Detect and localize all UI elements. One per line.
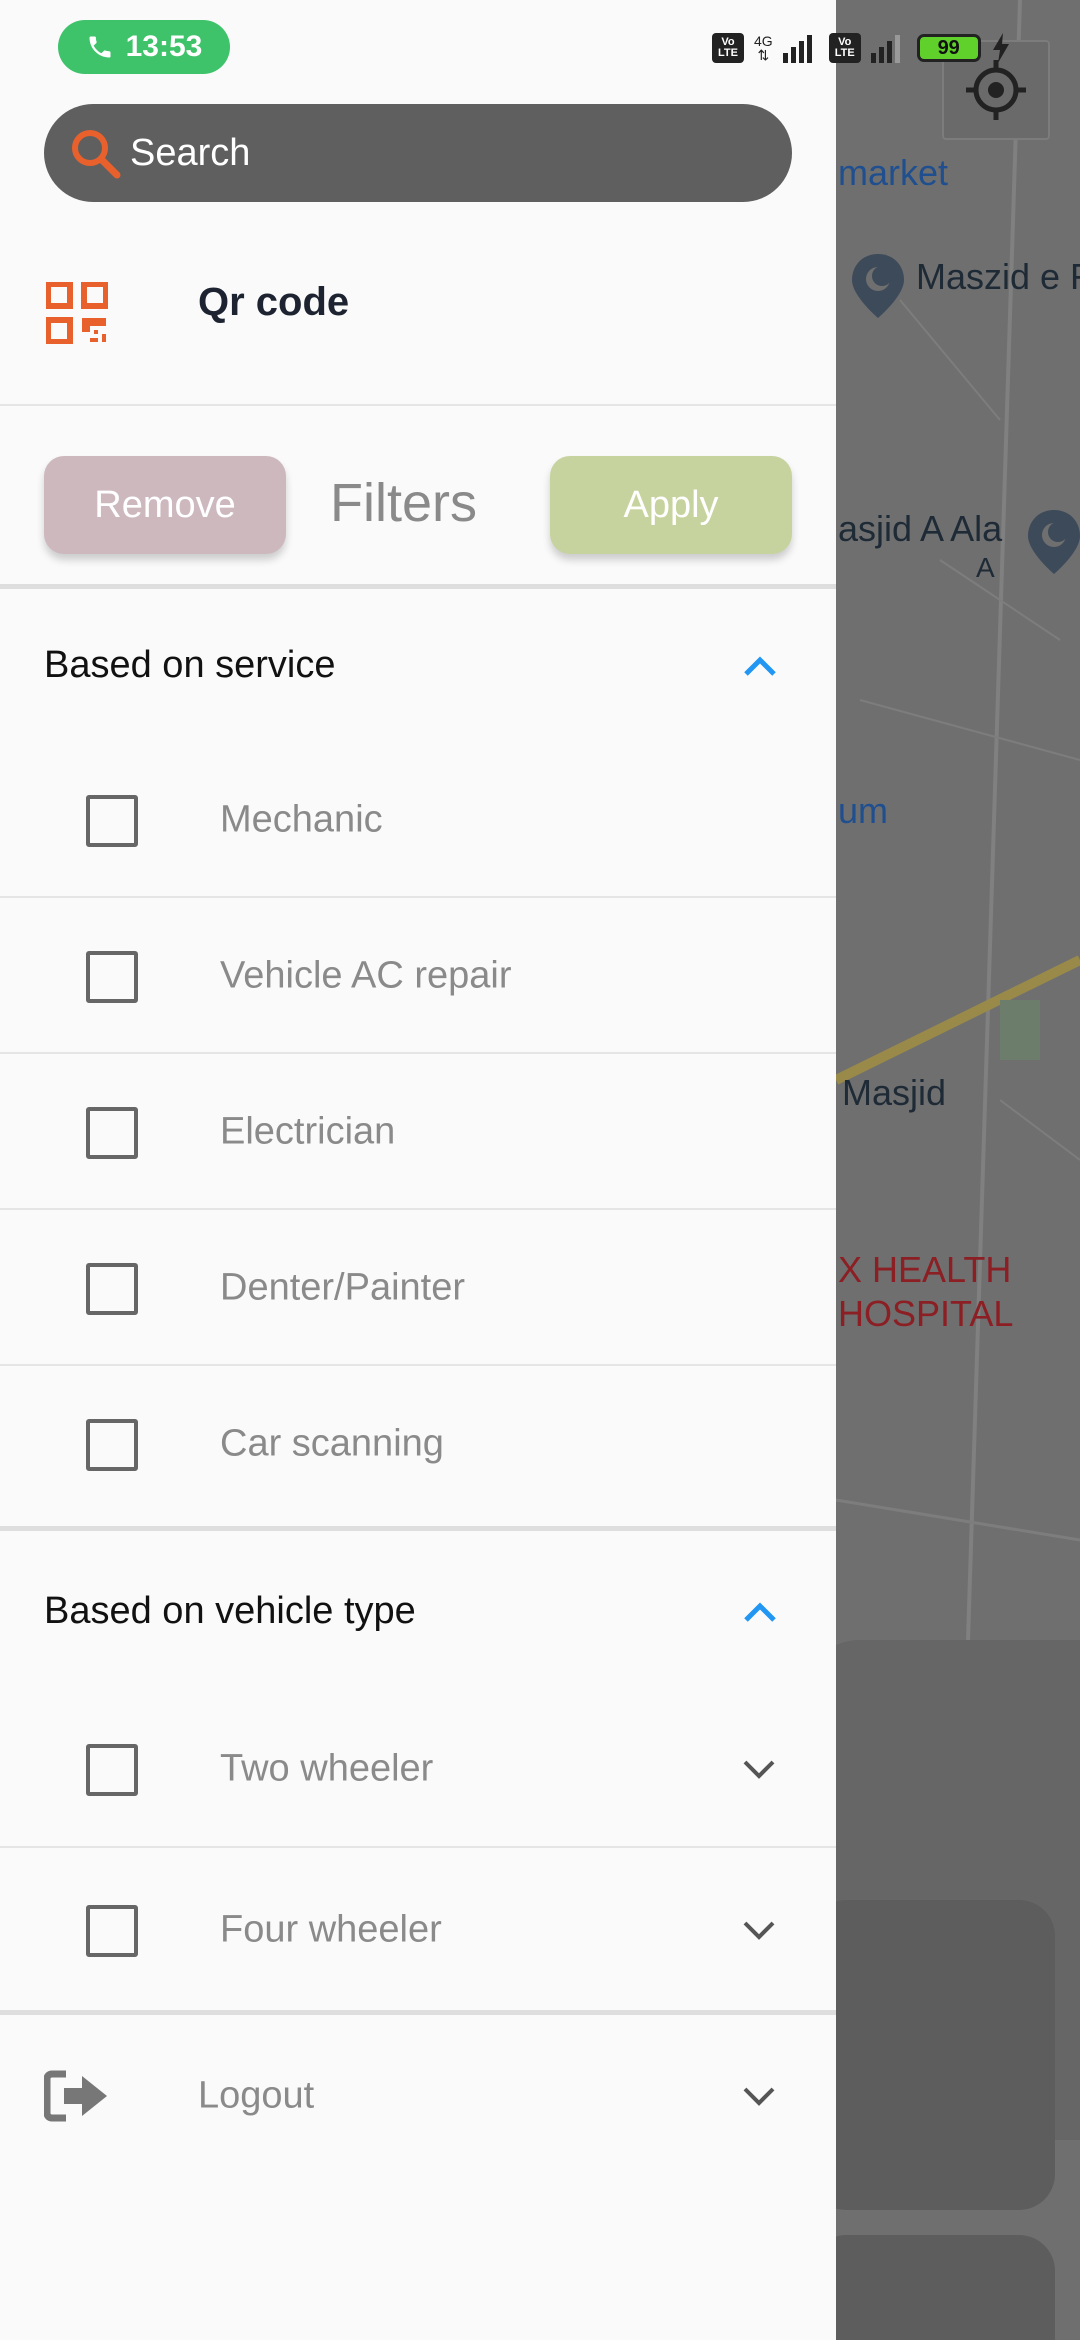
map-label-um: um — [838, 790, 889, 831]
service-item-label: Vehicle AC repair — [220, 954, 512, 997]
charging-icon — [992, 33, 1009, 63]
checkbox[interactable] — [86, 1744, 138, 1796]
service-item-electrician[interactable]: Electrician — [0, 1054, 836, 1210]
divider — [0, 584, 836, 589]
vehicle-item-label: Four wheeler — [220, 1908, 442, 1951]
service-item-label: Car scanning — [220, 1422, 444, 1465]
chevron-down-icon[interactable] — [740, 1918, 778, 1942]
checkbox[interactable] — [86, 1419, 138, 1471]
signal-icon — [782, 35, 812, 63]
call-status-pill[interactable]: 13:53 — [58, 20, 230, 74]
checkbox[interactable] — [86, 1905, 138, 1957]
volte-icon: Vo LTE — [712, 33, 744, 63]
remove-filters-button[interactable]: Remove — [44, 456, 286, 554]
volte-icon-2: Vo LTE — [828, 33, 861, 63]
status-time: 13:53 — [125, 30, 203, 63]
checkbox[interactable] — [86, 1263, 138, 1315]
checkbox[interactable] — [86, 951, 138, 1003]
map-label-health: X HEALTH — [838, 1249, 1012, 1290]
checkbox[interactable] — [86, 795, 138, 847]
map-label-masjid-ala: asjid A Ala — [838, 508, 1003, 549]
service-item-car-scanning[interactable]: Car scanning — [0, 1366, 836, 1522]
map-label-masjid: Masjid — [842, 1072, 947, 1113]
divider — [0, 2010, 836, 2015]
map-card-2 — [810, 2235, 1055, 2340]
navigation-drawer: 13:53 Vo LTE 4G ⇅ Vo LTE 99 Search Qr co… — [0, 0, 1009, 2340]
map-label-maszid: Maszid e F — [916, 256, 1080, 297]
checkbox[interactable] — [86, 1107, 138, 1159]
search-placeholder: Search — [130, 131, 251, 174]
chevron-up-icon[interactable] — [740, 652, 780, 680]
service-section-title: Based on service — [44, 644, 336, 686]
service-item-label: Electrician — [220, 1110, 396, 1153]
search-bar[interactable]: Search — [44, 104, 792, 202]
vehicle-item-two-wheeler[interactable]: Two wheeler — [0, 1690, 836, 1848]
divider — [0, 1846, 836, 1848]
qr-code-menu-item[interactable]: Qr code — [0, 258, 836, 406]
phone-icon — [89, 36, 111, 58]
qr-code-icon — [46, 282, 108, 344]
status-icons: Vo LTE 4G ⇅ Vo LTE 99 — [712, 28, 1011, 68]
divider — [0, 1526, 836, 1531]
mosque-pin-icon-2 — [1028, 510, 1080, 574]
map-label-a: A — [976, 552, 995, 583]
filters-title: Filters — [330, 473, 477, 533]
vehicle-item-label: Two wheeler — [220, 1747, 434, 1790]
chevron-down-icon[interactable] — [740, 2084, 778, 2108]
divider — [0, 404, 836, 406]
service-item-label: Denter/Painter — [220, 1266, 466, 1309]
search-icon — [72, 130, 121, 179]
map-label-market: market — [838, 152, 949, 193]
logout-label: Logout — [198, 2074, 315, 2117]
network-type: 4G ⇅ — [754, 33, 773, 63]
service-item-mechanic[interactable]: Mechanic — [0, 742, 836, 898]
logout-menu-item[interactable]: Logout — [0, 2016, 836, 2176]
apply-filters-button[interactable]: Apply — [550, 456, 792, 554]
service-item-ac-repair[interactable]: Vehicle AC repair — [0, 898, 836, 1054]
battery-icon: 99 — [916, 34, 981, 62]
vehicle-section-title: Based on vehicle type — [44, 1590, 416, 1632]
qr-code-label: Qr code — [198, 280, 350, 324]
chevron-down-icon[interactable] — [740, 1757, 778, 1781]
service-item-denter-painter[interactable]: Denter/Painter — [0, 1210, 836, 1366]
signal-icon-2 — [870, 35, 900, 63]
map-label-hospital: HOSPITAL — [838, 1293, 1014, 1334]
service-item-label: Mechanic — [220, 798, 383, 841]
logout-icon — [44, 2070, 107, 2122]
chevron-up-icon[interactable] — [740, 1598, 780, 1626]
vehicle-item-four-wheeler[interactable]: Four wheeler — [0, 1850, 836, 2010]
mosque-pin-icon — [852, 254, 904, 318]
map-card — [810, 1900, 1055, 2210]
